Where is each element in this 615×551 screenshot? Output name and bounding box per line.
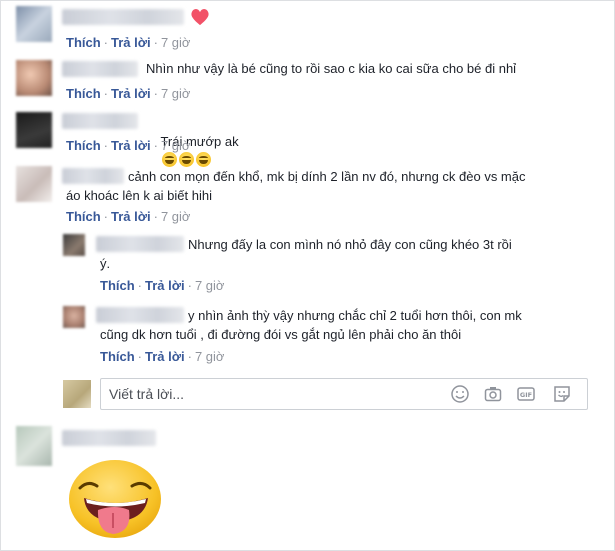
heart-icon — [191, 9, 209, 26]
timestamp[interactable]: 7 giờ — [161, 35, 191, 50]
like-link[interactable]: Thích — [100, 278, 135, 293]
commenter-name[interactable] — [62, 9, 184, 25]
avatar[interactable] — [16, 60, 52, 96]
timestamp[interactable]: 7 giờ — [195, 278, 225, 293]
avatar[interactable] — [16, 166, 52, 202]
avatar[interactable] — [63, 234, 85, 256]
reply-actions: Thích · Trả lời · 7 giờ — [100, 349, 225, 364]
timestamp[interactable]: 7 giờ — [161, 86, 191, 101]
comment-text: Nhìn như vậy là bé cũng to rồi sao c kia… — [146, 61, 517, 76]
reply-link[interactable]: Trả lời — [111, 86, 151, 101]
current-user-avatar — [63, 380, 91, 408]
camera-icon[interactable] — [484, 385, 502, 403]
like-link[interactable]: Thích — [66, 86, 101, 101]
reply-link[interactable]: Trả lời — [145, 349, 185, 364]
reply-link[interactable]: Trả lời — [111, 138, 151, 153]
commenter-name[interactable] — [62, 61, 138, 77]
timestamp[interactable]: 7 giờ — [195, 349, 225, 364]
avatar[interactable] — [16, 426, 52, 466]
reply-text: Nhưng đấy la con mình nó nhỏ đây con cũn… — [100, 237, 512, 271]
timestamp[interactable]: 7 giờ — [161, 209, 191, 224]
comment-text: cảnh con mọn đến khổ, mk bị dính 2 lần n… — [66, 169, 526, 203]
commenter-name[interactable] — [62, 430, 156, 446]
like-link[interactable]: Thích — [66, 138, 101, 153]
smiley-icon[interactable] — [451, 385, 469, 403]
reply-link[interactable]: Trả lời — [111, 209, 151, 224]
reply-link[interactable]: Trả lời — [145, 278, 185, 293]
svg-text:GIF: GIF — [520, 391, 532, 399]
avatar[interactable] — [63, 306, 85, 328]
like-link[interactable]: Thích — [66, 209, 101, 224]
reply-actions: Thích · Trả lời · 7 giờ — [100, 278, 225, 293]
gif-icon[interactable]: GIF — [517, 385, 535, 403]
comment-actions: Thích · Trả lời · 7 giờ — [66, 35, 191, 50]
reply-input[interactable]: Viết trả lời... GIF — [100, 378, 588, 410]
laughing-emoji-icon — [162, 152, 178, 167]
timestamp[interactable]: 7 giờ — [161, 138, 191, 153]
comment-actions: Thích · Trả lời · 7 giờ — [66, 86, 191, 101]
laughing-emoji-icon — [179, 152, 195, 167]
comment-actions: Thích · Trả lời · 7 giờ — [66, 209, 191, 224]
reply-text: y nhìn ảnh thỳ vậy nhưng chắc chỉ 2 tuổi… — [100, 308, 522, 342]
reply-placeholder: Viết trả lời... — [109, 386, 185, 402]
reply-link[interactable]: Trả lời — [111, 35, 151, 50]
commenter-name[interactable] — [62, 113, 138, 129]
like-link[interactable]: Thích — [66, 35, 101, 50]
laughing-emoji-icon — [196, 152, 212, 167]
tongue-out-emoji-icon — [69, 460, 161, 538]
avatar[interactable] — [16, 112, 52, 148]
like-link[interactable]: Thích — [100, 349, 135, 364]
avatar[interactable] — [16, 6, 52, 42]
sticker-icon[interactable] — [553, 385, 571, 403]
comment-actions: Thích · Trả lời · 7 giờ — [66, 138, 191, 153]
